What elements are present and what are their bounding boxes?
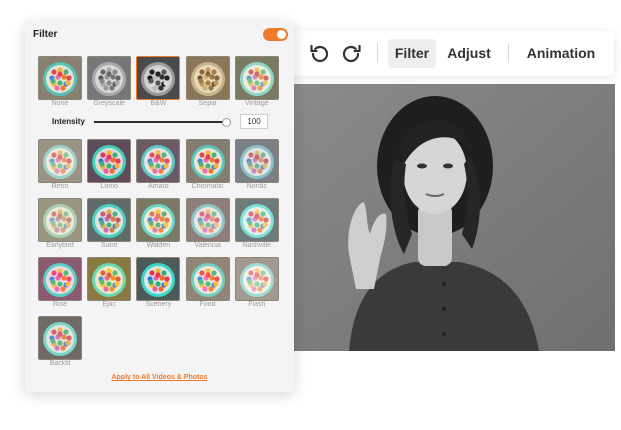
filter-thumb-walden[interactable]: Walden [136, 198, 181, 254]
redo-icon[interactable] [340, 42, 364, 66]
toggle-knob [277, 30, 286, 39]
filter-preview-image [185, 139, 230, 183]
filter-preview-image [185, 198, 230, 242]
tab-adjust[interactable]: Adjust [443, 39, 495, 68]
filter-label: Food [199, 301, 216, 308]
filter-preview-image [136, 56, 181, 100]
filter-preview-image [136, 257, 181, 301]
filter-label: Flash [248, 301, 266, 308]
filter-preview-image [38, 316, 82, 360]
filter-label: B&W [150, 100, 167, 107]
filter-label: Rise [52, 301, 67, 308]
filter-thumb-b-w[interactable]: B&W [136, 56, 181, 112]
filter-label: Epic [102, 301, 116, 308]
filter-preview-image [87, 139, 132, 183]
filter-thumb-retro[interactable]: Retro [38, 139, 82, 195]
filter-thumb-amaro[interactable]: Amaro [136, 139, 181, 195]
filter-thumb-sutro[interactable]: Sutro [87, 198, 132, 254]
filter-label: Lomo [100, 183, 118, 190]
intensity-value-field[interactable]: 100 [240, 114, 268, 129]
filter-preview-image [87, 198, 132, 242]
filter-preview-image [87, 56, 132, 100]
filter-label: Valencia [194, 242, 221, 249]
filter-preview-image [38, 257, 82, 301]
filter-preview-image [136, 198, 181, 242]
filter-preview-image [38, 139, 82, 183]
tab-animation[interactable]: Animation [521, 39, 601, 68]
filter-label: Retro [51, 183, 69, 190]
filter-preview-image [234, 198, 279, 242]
apply-to-all-link[interactable]: Apply to All Videos & Photos [25, 374, 294, 381]
tab-filter[interactable]: Filter [388, 39, 436, 68]
filter-label: Walden [146, 242, 171, 249]
filter-thumb-earlybird[interactable]: Earlybird [38, 198, 82, 254]
editor-toolbar: Filter Adjust Animation [286, 31, 614, 76]
filter-label: Scenery [145, 301, 172, 308]
filter-label: Backlit [49, 360, 71, 367]
filter-preview-image [185, 56, 230, 100]
filter-thumb-scenery[interactable]: Scenery [136, 257, 181, 313]
toolbar-divider [377, 43, 378, 63]
filter-label: Amaro [148, 183, 169, 190]
undo-icon[interactable] [307, 42, 331, 66]
filter-preview-image [234, 56, 279, 100]
photo-preview [294, 84, 615, 351]
filter-thumb-nashville[interactable]: Nashville [234, 198, 279, 254]
filter-label: Earlybird [46, 242, 74, 249]
filter-thumb-rise[interactable]: Rise [38, 257, 82, 313]
filter-thumb-none[interactable]: None [38, 56, 82, 112]
filter-preview-image [234, 139, 279, 183]
filter-preview-image [136, 139, 181, 183]
filter-label: Vintage [244, 100, 269, 107]
filter-thumb-food[interactable]: Food [185, 257, 230, 313]
filter-preview-image [38, 198, 82, 242]
filter-preview-image [87, 257, 132, 301]
filter-label: None [51, 100, 69, 107]
filter-panel: Filter None Greyscale B&W Sepia Vintage … [25, 21, 294, 392]
panel-title: Filter [33, 29, 58, 40]
filter-thumb-backlit[interactable]: Backlit [38, 316, 82, 372]
slider-handle[interactable] [221, 118, 231, 127]
filter-thumb-sepia[interactable]: Sepia [185, 56, 230, 112]
filter-preview-image [185, 257, 230, 301]
toolbar-divider [508, 43, 509, 63]
filter-thumb-greyscale[interactable]: Greyscale [87, 56, 132, 112]
intensity-label: Intensity [52, 117, 85, 126]
filter-thumb-epic[interactable]: Epic [87, 257, 132, 313]
filter-thumb-chromatic[interactable]: Chromatic [185, 139, 230, 195]
filter-label: Chromatic [191, 183, 224, 190]
filter-label: Nordic [246, 183, 267, 190]
filter-thumb-vintage[interactable]: Vintage [234, 56, 279, 112]
filter-thumb-lomo[interactable]: Lomo [87, 139, 132, 195]
filter-label: Greyscale [93, 100, 125, 107]
filter-preview-image [38, 56, 82, 100]
filter-label: Sutro [100, 242, 118, 249]
filter-preview-image [234, 257, 279, 301]
filter-thumb-nordic[interactable]: Nordic [234, 139, 279, 195]
filter-label: Nashville [242, 242, 271, 249]
intensity-slider[interactable] [94, 118, 231, 127]
filter-thumb-flash[interactable]: Flash [234, 257, 279, 313]
filter-thumb-valencia[interactable]: Valencia [185, 198, 230, 254]
filter-label: Sepia [198, 100, 217, 107]
filter-toggle[interactable] [263, 28, 288, 41]
